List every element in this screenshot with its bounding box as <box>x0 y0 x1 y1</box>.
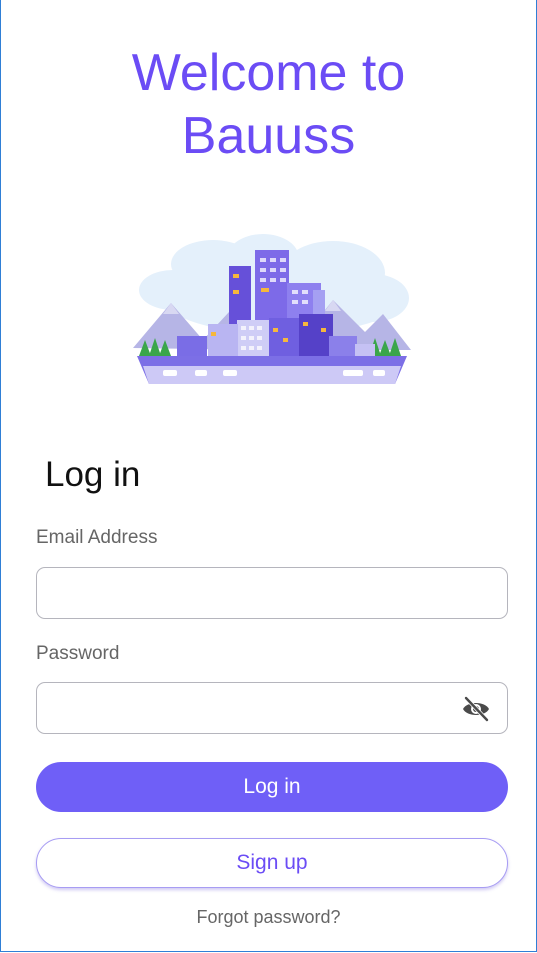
password-visibility-toggle[interactable] <box>459 693 493 725</box>
email-label: Email Address <box>36 527 158 548</box>
welcome-title: Welcome to Bauuss <box>1 42 536 168</box>
signup-button[interactable]: Sign up <box>36 838 508 888</box>
email-field[interactable] <box>36 567 508 619</box>
welcome-title-line1: Welcome to <box>131 44 406 102</box>
login-button[interactable]: Log in <box>36 762 508 812</box>
login-screen: Welcome to Bauuss Log in Email Address P… <box>0 0 537 952</box>
welcome-title-line2: Bauuss <box>181 107 356 165</box>
password-field[interactable] <box>36 682 508 734</box>
password-label: Password <box>36 643 120 664</box>
forgot-password-link[interactable]: Forgot password? <box>1 907 536 928</box>
eye-off-icon <box>463 696 489 722</box>
city-skyline-illustration <box>133 234 411 384</box>
login-heading: Log in <box>45 455 141 494</box>
